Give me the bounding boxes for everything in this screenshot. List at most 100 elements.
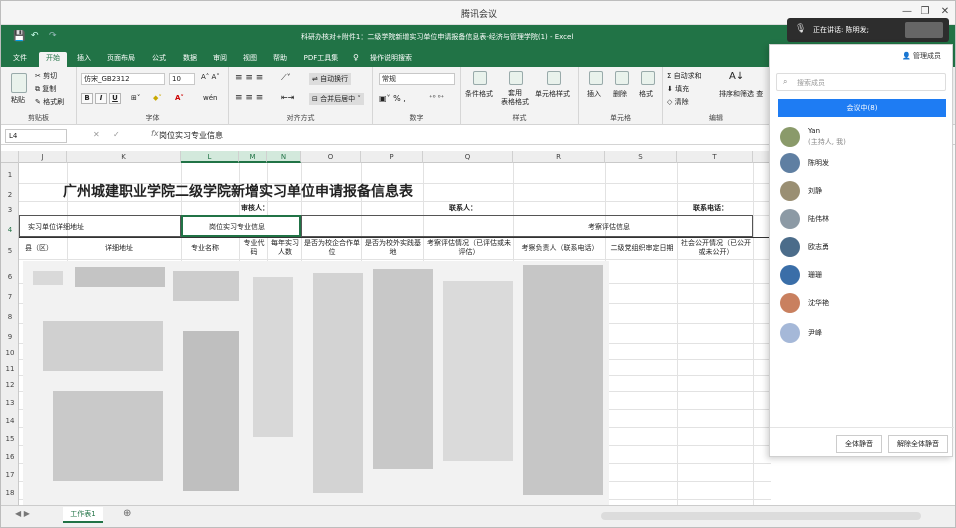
conditional-format-button[interactable]: 条件格式 <box>465 89 493 99</box>
fx-icon[interactable]: fx <box>151 129 159 138</box>
close-icon[interactable]: ✕ <box>937 5 953 19</box>
table-format-icon[interactable] <box>509 71 523 85</box>
row-number[interactable]: 8 <box>1 313 19 321</box>
copy-button[interactable]: ⧉ 复制 <box>35 84 56 94</box>
font-name-select[interactable]: 仿宋_GB2312 <box>81 73 165 85</box>
col-header[interactable]: O <box>301 151 361 163</box>
font-size-select[interactable]: 10 <box>169 73 195 85</box>
fill-color-icon[interactable]: ◆˅ <box>153 94 162 102</box>
name-box[interactable]: L4 <box>5 129 67 143</box>
unmute-all-button[interactable]: 解除全体静音 <box>888 435 948 453</box>
conditional-format-icon[interactable] <box>473 71 487 85</box>
orientation-icon[interactable]: ⟋˅ <box>281 73 291 83</box>
minimize-icon[interactable]: — <box>899 5 915 19</box>
restore-icon[interactable]: ❐ <box>917 5 933 19</box>
row-number[interactable]: 15 <box>1 435 19 443</box>
tab-help[interactable]: 帮助 <box>267 52 293 67</box>
tell-me-search[interactable]: 操作说明搜索 <box>365 52 417 67</box>
insert-cells-button[interactable]: 插入 <box>587 89 601 99</box>
member-item[interactable]: 欧志勇 <box>778 235 948 259</box>
row-number[interactable]: 18 <box>1 489 19 497</box>
horizontal-scrollbar[interactable] <box>601 512 921 520</box>
member-item[interactable]: 刘静 <box>778 179 948 203</box>
cut-button[interactable]: ✂ 剪切 <box>35 71 57 81</box>
row-number[interactable]: 13 <box>1 399 19 407</box>
autosum-button[interactable]: Σ 自动求和 <box>667 71 702 81</box>
font-color-icon[interactable]: A˅ <box>175 94 184 102</box>
sort-filter-icon[interactable]: A↓ <box>729 71 744 82</box>
row-number[interactable]: 2 <box>1 191 19 199</box>
prev-sheet-icon[interactable]: ◀ ▶ <box>15 509 30 518</box>
formula-input[interactable]: 岗位实习专业信息 <box>159 130 223 141</box>
format-cells-icon[interactable] <box>641 71 655 85</box>
align-left-icon[interactable]: ≡ ≡ ≡ <box>235 93 263 103</box>
select-all[interactable] <box>1 151 19 163</box>
tab-view[interactable]: 视图 <box>237 52 263 67</box>
col-header[interactable]: R <box>513 151 605 163</box>
row-number[interactable]: 17 <box>1 471 19 479</box>
row-number[interactable]: 4 <box>1 226 19 234</box>
member-item[interactable]: 陈明发 <box>778 151 948 175</box>
col-header[interactable]: K <box>67 151 181 163</box>
paste-button[interactable]: 粘贴 <box>11 95 25 105</box>
clear-button[interactable]: ◇ 清除 <box>667 97 689 107</box>
tab-home[interactable]: 开始 <box>39 52 67 67</box>
decimal-icon[interactable]: ⁺⁰ ⁰⁺ <box>429 94 444 102</box>
col-header[interactable]: T <box>677 151 753 163</box>
manage-members-button[interactable]: 👤 管理成员 <box>902 51 941 61</box>
col-header[interactable]: M <box>239 151 267 163</box>
row-number[interactable]: 7 <box>1 293 19 301</box>
col-header[interactable]: Q <box>423 151 513 163</box>
sort-filter-button[interactable]: 排序和筛选 查 <box>719 89 763 99</box>
col-header[interactable]: S <box>605 151 677 163</box>
fill-button[interactable]: ⬇ 填充 <box>667 84 689 94</box>
row-number[interactable]: 5 <box>1 247 19 255</box>
member-search-input[interactable]: ⌕ 搜索成员 <box>776 73 946 91</box>
tab-formulas[interactable]: 公式 <box>145 52 173 67</box>
undo-icon[interactable]: ↶ <box>31 31 39 41</box>
wrap-text-button[interactable]: ⇌ 自动换行 <box>309 73 352 85</box>
tab-data[interactable]: 数据 <box>177 52 203 67</box>
row-number[interactable]: 10 <box>1 349 19 357</box>
tab-pdf-tools[interactable]: PDF工具集 <box>299 52 343 67</box>
insert-cells-icon[interactable] <box>589 71 603 85</box>
cell-styles-icon[interactable] <box>547 71 561 85</box>
mute-all-button[interactable]: 全体静音 <box>836 435 882 453</box>
merge-center-button[interactable]: ⊟ 合并后居中 ˅ <box>309 93 364 105</box>
indent-icon[interactable]: ⇤⇥ <box>281 93 294 102</box>
italic-button[interactable]: I <box>95 93 107 104</box>
underline-button[interactable]: U <box>109 93 121 104</box>
member-item[interactable]: 尹峰 <box>778 321 948 345</box>
number-format-select[interactable]: 常规 <box>379 73 455 85</box>
row-number[interactable]: 12 <box>1 381 19 389</box>
delete-cells-icon[interactable] <box>615 71 629 85</box>
align-top-icon[interactable]: ≡ ≡ ≡ <box>235 73 263 83</box>
member-item[interactable]: 沈华艳 <box>778 291 948 315</box>
col-header[interactable]: L <box>181 151 239 163</box>
enter-icon[interactable]: ✓ <box>113 130 120 139</box>
row-number[interactable]: 1 <box>1 171 19 179</box>
border-icon[interactable]: ⊞˅ <box>131 94 140 102</box>
bold-button[interactable]: B <box>81 93 93 104</box>
row-number[interactable]: 14 <box>1 417 19 425</box>
in-meeting-tab[interactable]: 会议中(8) <box>778 99 946 117</box>
col-header[interactable]: J <box>19 151 67 163</box>
col-header[interactable]: P <box>361 151 423 163</box>
member-item[interactable]: Yan (主持人, 我) <box>778 125 948 149</box>
tab-page-layout[interactable]: 页面布局 <box>101 52 141 67</box>
currency-icon[interactable]: ▣˅ % , <box>379 94 406 103</box>
tab-review[interactable]: 审阅 <box>207 52 233 67</box>
selected-cell-major[interactable]: 岗位实习专业信息 <box>181 215 301 237</box>
paste-icon[interactable] <box>11 73 27 93</box>
col-header[interactable]: N <box>267 151 301 163</box>
delete-cells-button[interactable]: 删除 <box>613 89 627 99</box>
row-number[interactable]: 11 <box>1 365 19 373</box>
member-item[interactable]: 陆伟林 <box>778 207 948 231</box>
format-cells-button[interactable]: 格式 <box>639 89 653 99</box>
row-number[interactable]: 16 <box>1 453 19 461</box>
tab-insert[interactable]: 插入 <box>71 52 97 67</box>
tab-file[interactable]: 文件 <box>7 52 33 67</box>
member-item[interactable]: 珊珊 <box>778 263 948 287</box>
table-format-button[interactable]: 套用 表格格式 <box>501 89 529 107</box>
cancel-icon[interactable]: ✕ <box>93 130 100 139</box>
